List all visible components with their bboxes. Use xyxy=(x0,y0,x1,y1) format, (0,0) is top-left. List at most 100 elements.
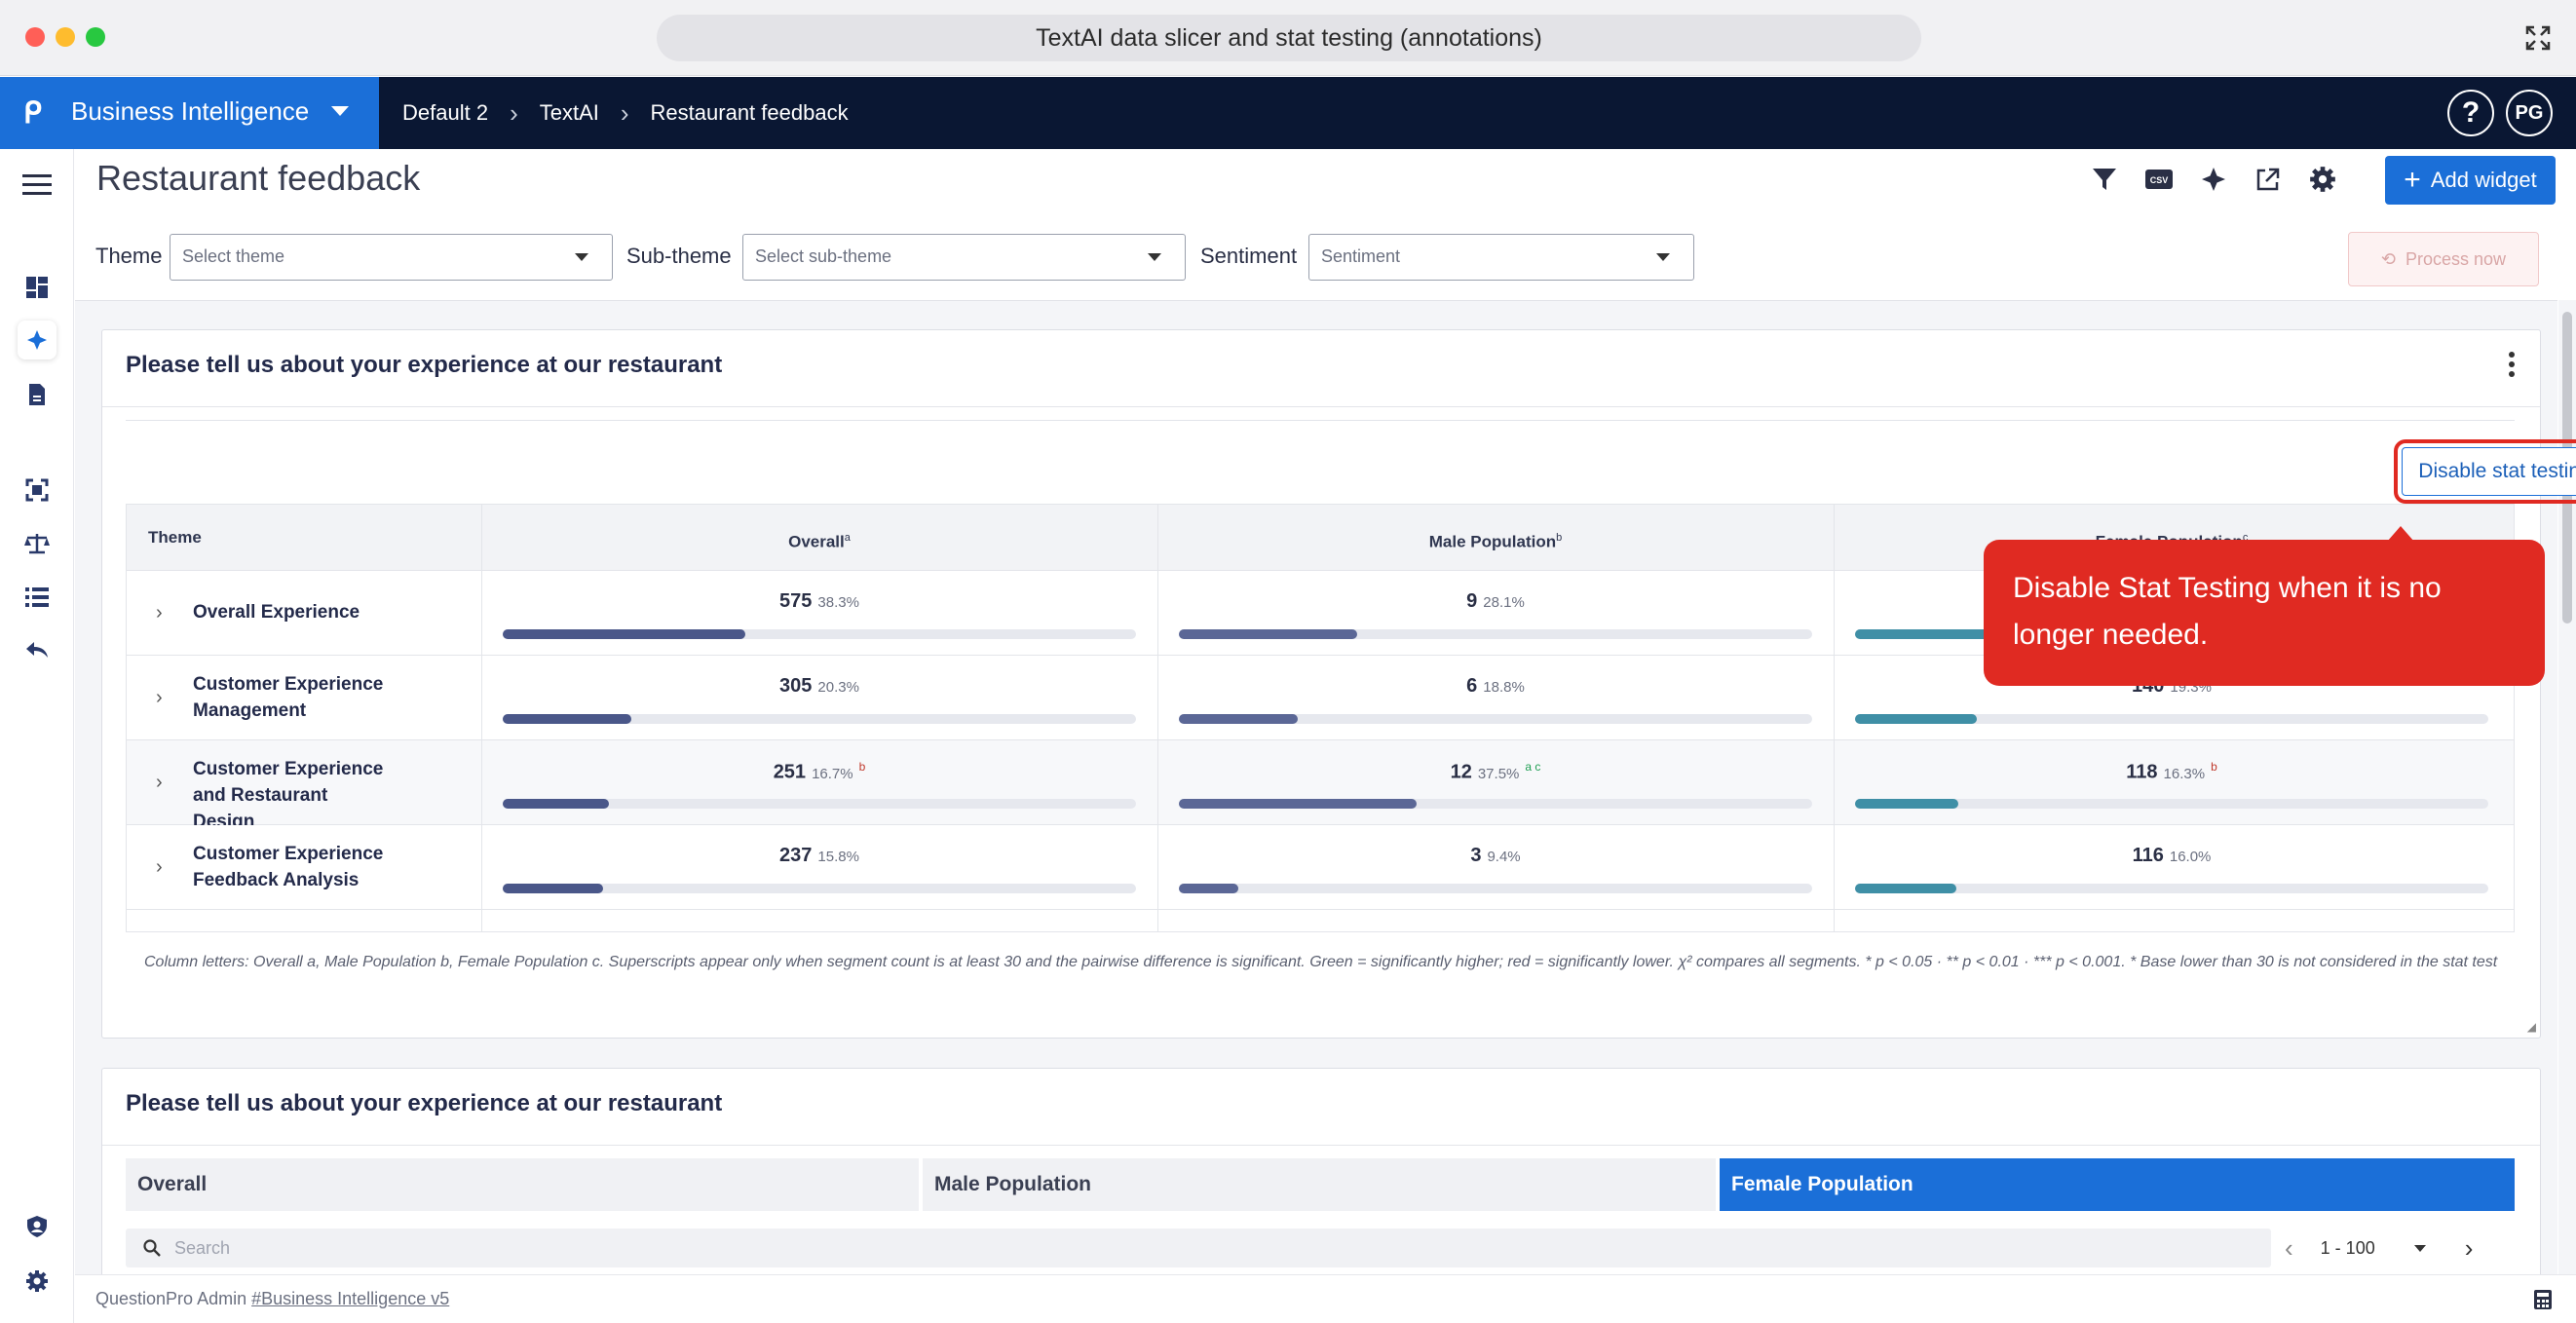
expand-chevron-icon[interactable]: › xyxy=(156,687,163,709)
cell-percent: 16.7% xyxy=(812,765,853,782)
search-input[interactable]: Search xyxy=(126,1228,2271,1267)
cell-percent: 37.5% xyxy=(1477,765,1520,782)
cell-percent: 16.0% xyxy=(2169,849,2212,865)
disable-stat-testing-button[interactable]: Disable stat testing xyxy=(2394,439,2576,504)
segment-tabs: Overall Male Population Female Populatio… xyxy=(126,1158,2515,1211)
row-theme-label: Customer Experience Feedback Analysis xyxy=(193,844,384,890)
caret-down-icon[interactable] xyxy=(2413,1244,2426,1252)
window-title[interactable]: TextAI data slicer and stat testing (ann… xyxy=(657,15,1921,61)
column-divider xyxy=(1157,505,1158,931)
pagination: ‹ 1 - 100 › xyxy=(2285,1228,2473,1267)
cell-value: 12 37.5% a c xyxy=(1157,760,1834,784)
expand-chevron-icon[interactable]: › xyxy=(156,602,163,624)
caret-down-icon xyxy=(1148,253,1161,261)
cell-count: 12 xyxy=(1450,761,1472,783)
column-header-male[interactable]: Male Populationb xyxy=(1157,505,1834,571)
cell-count: 118 xyxy=(2126,761,2158,783)
close-window-button[interactable] xyxy=(25,27,45,47)
cell-value: 575 38.3% xyxy=(481,590,1157,613)
subtheme-label: Sub-theme xyxy=(626,244,732,268)
row-theme-label: Customer Experience Management xyxy=(193,674,384,721)
help-button[interactable]: ? xyxy=(2447,90,2494,136)
user-avatar[interactable]: PG xyxy=(2506,90,2553,136)
cell-count: 3 xyxy=(1470,845,1482,866)
settings-icon[interactable] xyxy=(18,1262,57,1301)
widget-title: Please tell us about your experience at … xyxy=(126,1090,723,1116)
cell-percent: 15.8% xyxy=(817,849,859,865)
cell-value: 118 16.3% b xyxy=(1834,760,2510,784)
subtheme-select[interactable]: Select sub-theme xyxy=(742,234,1186,281)
process-now-label: Process now xyxy=(2406,248,2507,269)
theme-select[interactable]: Select theme xyxy=(170,234,613,281)
proportion-bar xyxy=(503,714,1136,724)
theme-select-value: Select theme xyxy=(182,246,285,266)
table-row[interactable]: › Customer Experience Feedback Analysis 23… xyxy=(127,825,2514,910)
proportion-bar-fill xyxy=(1179,714,1299,724)
divider xyxy=(102,1145,2540,1146)
calculator-icon[interactable] xyxy=(2533,1289,2553,1310)
csv-icon[interactable]: CSV xyxy=(2143,164,2175,195)
segment-tab-female[interactable]: Female Population xyxy=(1720,1158,2515,1211)
expand-chevron-icon[interactable]: › xyxy=(156,772,163,794)
page-range[interactable]: 1 - 100 xyxy=(2321,1238,2375,1259)
chevron-left-icon[interactable]: ‹ xyxy=(2285,1233,2293,1264)
product-name: Business Intelligence xyxy=(71,96,310,126)
share-icon[interactable] xyxy=(2253,164,2284,195)
menu-icon[interactable] xyxy=(18,165,57,204)
sparkle-icon[interactable] xyxy=(2198,164,2229,195)
dashboard-icon[interactable] xyxy=(18,268,57,307)
search-placeholder: Search xyxy=(174,1238,231,1258)
cell-value: 237 15.8% xyxy=(481,845,1157,867)
textai-icon[interactable] xyxy=(18,321,57,359)
column-header-overall[interactable]: Overalla xyxy=(481,505,1157,571)
cell-count: 237 xyxy=(779,845,813,866)
report-icon[interactable] xyxy=(18,375,57,414)
sentiment-select[interactable]: Sentiment xyxy=(1308,234,1694,281)
footer-link[interactable]: #Business Intelligence v5 xyxy=(251,1289,449,1308)
list-icon[interactable] xyxy=(18,578,57,617)
resize-handle-icon[interactable]: ◢ xyxy=(2527,1020,2536,1034)
cell-value: 3 9.4% xyxy=(1157,845,1834,867)
cell-count: 305 xyxy=(779,675,813,697)
table-row[interactable]: › Customer Experience and Restaurant Desi… xyxy=(127,740,2514,832)
breadcrumb-textai[interactable]: TextAI xyxy=(540,100,599,126)
chevron-right-icon[interactable]: › xyxy=(2465,1233,2474,1264)
proportion-bar-fill xyxy=(1855,714,1978,724)
scale-icon[interactable] xyxy=(18,524,57,563)
filter-icon[interactable] xyxy=(2089,164,2120,195)
expand-chevron-icon[interactable]: › xyxy=(156,856,163,879)
minimize-window-button[interactable] xyxy=(56,27,75,47)
breadcrumb-default[interactable]: Default 2 xyxy=(402,100,488,126)
product-switcher[interactable]: ᑭ Business Intelligence xyxy=(0,77,379,149)
user-shield-icon[interactable] xyxy=(18,1207,57,1246)
cell-value: 305 20.3% xyxy=(481,675,1157,698)
table-row[interactable] xyxy=(127,910,2514,931)
stat-footnote: Column letters: Overall a, Male Populati… xyxy=(144,954,2498,970)
scan-icon[interactable] xyxy=(18,471,57,510)
maximize-window-button[interactable] xyxy=(86,27,105,47)
widget-title: Please tell us about your experience at … xyxy=(126,352,723,378)
more-options-icon[interactable] xyxy=(2509,352,2517,381)
segment-tab-male[interactable]: Male Population xyxy=(923,1158,1716,1211)
proportion-bar-fill xyxy=(1179,884,1239,893)
cell-percent: 38.3% xyxy=(817,594,859,611)
divider xyxy=(102,406,2540,407)
fullscreen-icon[interactable] xyxy=(2523,23,2553,53)
cell-value: 116 16.0% xyxy=(1834,845,2510,867)
cell-value: 6 18.8% xyxy=(1157,675,1834,698)
proportion-bar xyxy=(1179,629,1812,639)
subtheme-select-value: Select sub-theme xyxy=(755,246,892,266)
svg-text:CSV: CSV xyxy=(2150,175,2169,185)
breadcrumb-current: Restaurant feedback xyxy=(650,100,849,125)
questionpro-logo-icon: ᑭ xyxy=(23,97,42,130)
reply-icon[interactable] xyxy=(18,630,57,669)
process-now-button[interactable]: ⟲ Process now xyxy=(2348,232,2539,286)
add-widget-button[interactable]: + Add widget xyxy=(2385,156,2556,205)
gear-icon[interactable] xyxy=(2307,164,2338,195)
cell-percent: 28.1% xyxy=(1483,594,1525,611)
sentiment-select-value: Sentiment xyxy=(1321,246,1401,266)
cell-count: 575 xyxy=(779,590,813,612)
segment-tab-overall[interactable]: Overall xyxy=(126,1158,919,1211)
column-divider xyxy=(1834,505,1835,931)
proportion-bar xyxy=(1179,799,1812,809)
